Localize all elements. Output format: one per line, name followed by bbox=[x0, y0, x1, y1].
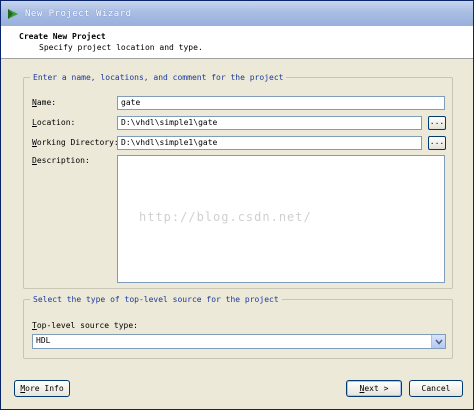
window-title: New Project Wizard bbox=[25, 8, 132, 19]
watermark-text: http://blog.csdn.net/ bbox=[139, 210, 312, 224]
location-browse-button[interactable]: ... bbox=[428, 116, 446, 130]
title-bar: New Project Wizard bbox=[1, 1, 473, 26]
name-input[interactable]: gate bbox=[117, 96, 445, 110]
working-directory-input[interactable]: D:\vhdl\simple1\gate bbox=[117, 136, 422, 150]
working-directory-label: Working Directory: bbox=[32, 138, 119, 147]
location-label: Location: bbox=[32, 118, 76, 127]
new-project-wizard-window: New Project Wizard Create New Project Sp… bbox=[0, 0, 474, 410]
project-details-legend: Enter a name, locations, and comment for… bbox=[30, 73, 287, 83]
ellipsis-icon: ... bbox=[429, 117, 445, 126]
more-info-button[interactable]: More Info bbox=[14, 380, 70, 397]
description-label: Description: bbox=[32, 156, 90, 165]
wizard-header: Create New Project Specify project locat… bbox=[1, 26, 473, 59]
source-type-select[interactable]: HDL bbox=[32, 334, 446, 349]
next-button[interactable]: Next > bbox=[346, 380, 402, 397]
cancel-button[interactable]: Cancel bbox=[409, 380, 463, 397]
source-type-value: HDL bbox=[36, 336, 51, 345]
header-subtitle: Specify project location and type. bbox=[39, 43, 203, 52]
working-directory-browse-button[interactable]: ... bbox=[428, 136, 446, 150]
xilinx-logo-icon bbox=[6, 7, 20, 21]
ellipsis-icon: ... bbox=[429, 137, 445, 146]
chevron-down-icon[interactable] bbox=[431, 335, 445, 348]
location-input[interactable]: D:\vhdl\simple1\gate bbox=[117, 116, 422, 130]
name-label: Name: bbox=[32, 98, 57, 107]
source-type-legend: Select the type of top-level source for … bbox=[30, 295, 282, 305]
header-title: Create New Project bbox=[19, 32, 106, 41]
source-type-label: Top-level source type: bbox=[32, 321, 138, 330]
